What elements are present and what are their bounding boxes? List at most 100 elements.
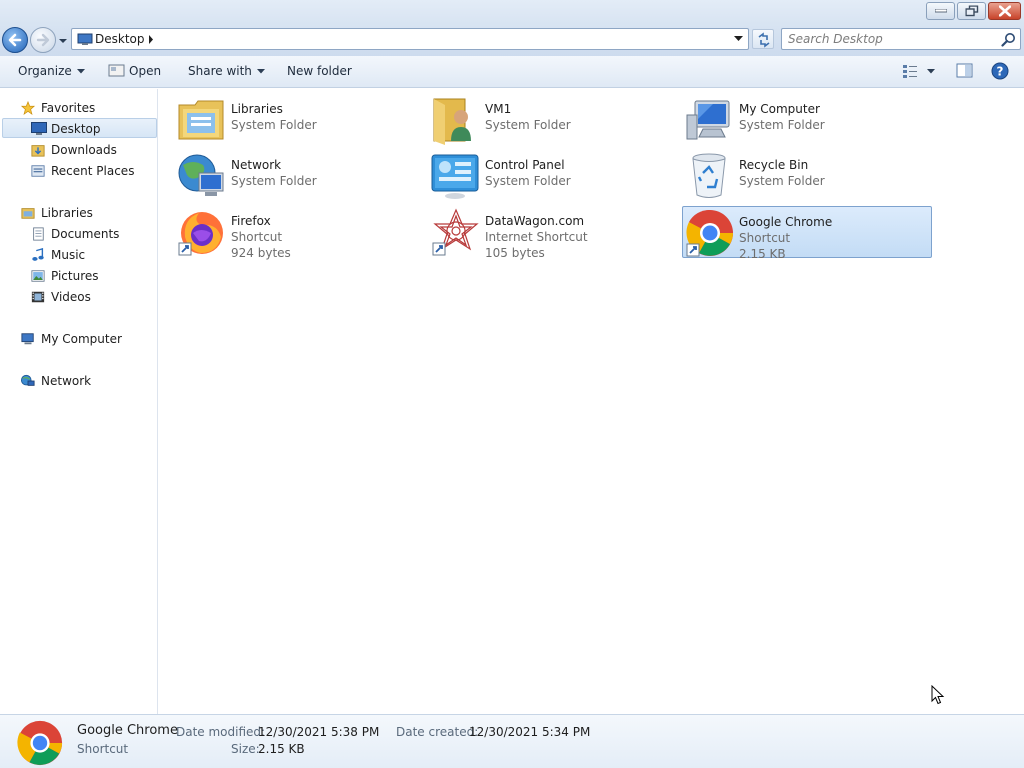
item-name: Recycle Bin <box>739 158 809 172</box>
chevron-right-icon[interactable] <box>148 35 154 44</box>
item-name: Control Panel <box>485 158 565 172</box>
mouse-cursor-icon <box>931 685 945 705</box>
nav-desktop-label: Desktop <box>51 122 101 136</box>
item-name: Libraries <box>231 102 283 116</box>
chrome-icon <box>17 720 63 766</box>
navigation-pane: Favorites Desktop Downloads Recent Place… <box>0 89 158 714</box>
item-name: DataWagon.com <box>485 214 585 228</box>
item-network[interactable]: Network System Folder <box>177 151 427 203</box>
share-with-menu[interactable]: Share with <box>188 64 265 78</box>
item-my-computer[interactable]: My Computer System Folder <box>685 95 935 147</box>
date-modified-label: Date modified: <box>176 725 266 739</box>
nav-music-label: Music <box>51 248 86 262</box>
downloads-folder-icon <box>31 145 45 157</box>
arrow-left-icon <box>8 33 22 47</box>
nav-downloads[interactable]: Downloads <box>0 140 156 160</box>
recent-places-icon <box>31 165 45 177</box>
forward-button[interactable] <box>30 27 56 53</box>
item-firefox[interactable]: Firefox Shortcut 924 bytes <box>177 207 427 260</box>
recent-pages-dropdown[interactable] <box>58 36 68 46</box>
item-name: Network <box>231 158 282 172</box>
chevron-down-icon <box>256 69 265 74</box>
libraries-icon <box>178 100 224 140</box>
item-control-panel[interactable]: Control Panel System Folder <box>431 151 681 203</box>
search-input[interactable] <box>788 31 998 47</box>
command-bar: Organize Open Share with New folder ? <box>0 56 1024 88</box>
nav-documents[interactable]: Documents <box>0 224 156 244</box>
organize-menu[interactable]: Organize <box>18 64 85 78</box>
chrome-icon <box>686 209 733 257</box>
nav-my-computer[interactable]: My Computer <box>0 329 156 349</box>
datawagon-icon <box>432 208 479 256</box>
minimize-button[interactable] <box>926 2 955 20</box>
item-size: 924 bytes <box>231 246 291 260</box>
item-type: System Folder <box>739 118 825 132</box>
user-folder-icon <box>433 98 471 145</box>
item-type: System Folder <box>231 118 317 132</box>
documents-icon <box>33 227 44 241</box>
new-folder-button[interactable]: New folder <box>287 64 352 78</box>
item-type: Shortcut <box>231 230 283 244</box>
pictures-icon <box>31 270 45 282</box>
view-options-icon[interactable] <box>902 63 918 79</box>
nav-pictures[interactable]: Pictures <box>0 266 156 286</box>
open-button[interactable]: Open <box>129 64 161 78</box>
item-size: 2.15 KB <box>739 247 786 261</box>
nav-videos[interactable]: Videos <box>0 287 156 307</box>
recycle-bin-icon <box>692 153 726 198</box>
item-type: System Folder <box>739 174 825 188</box>
network-icon <box>21 374 35 386</box>
item-type: Internet Shortcut <box>485 230 588 244</box>
item-type: System Folder <box>485 174 571 188</box>
star-icon <box>20 101 36 115</box>
chevron-down-icon[interactable] <box>734 36 743 42</box>
item-recycle-bin[interactable]: Recycle Bin System Folder <box>685 151 935 203</box>
item-vm1[interactable]: VM1 System Folder <box>431 95 681 147</box>
refresh-icon <box>758 32 770 48</box>
item-name: Firefox <box>231 214 271 228</box>
details-type: Shortcut <box>77 742 129 756</box>
nav-downloads-label: Downloads <box>51 143 117 157</box>
close-icon <box>998 5 1011 17</box>
nav-recent-places[interactable]: Recent Places <box>0 161 156 181</box>
share-with-label: Share with <box>188 64 252 78</box>
view-dropdown-icon[interactable] <box>927 69 935 74</box>
refresh-button[interactable] <box>752 29 774 49</box>
restore-button[interactable] <box>957 2 986 20</box>
preview-pane-icon[interactable] <box>956 63 974 79</box>
nav-recent-places-label: Recent Places <box>51 164 135 178</box>
firefox-icon <box>178 212 223 256</box>
details-pane: Google Chrome Shortcut Date modified: 12… <box>0 714 1024 768</box>
nav-favorites[interactable]: Favorites <box>0 98 156 118</box>
videos-icon <box>31 291 45 303</box>
item-libraries[interactable]: Libraries System Folder <box>177 95 427 147</box>
item-name: VM1 <box>485 102 512 116</box>
nav-documents-label: Documents <box>51 227 120 241</box>
nav-libraries[interactable]: Libraries <box>0 203 156 223</box>
address-bar[interactable]: Desktop <box>71 28 749 50</box>
item-google-chrome[interactable]: Google Chrome Shortcut 2.15 KB <box>682 206 932 261</box>
nav-network[interactable]: Network <box>0 371 156 391</box>
search-box[interactable] <box>781 28 1021 50</box>
nav-my-computer-label: My Computer <box>41 332 122 346</box>
nav-desktop[interactable]: Desktop <box>2 118 157 138</box>
search-icon[interactable] <box>1001 32 1016 47</box>
nav-music[interactable]: Music <box>0 245 156 265</box>
chevron-down-icon <box>76 69 85 74</box>
network-icon <box>178 154 224 196</box>
address-row: Desktop <box>0 24 1024 56</box>
close-button[interactable] <box>988 2 1021 20</box>
date-modified-value: 12/30/2021 5:38 PM <box>258 725 380 739</box>
arrow-right-icon <box>36 33 50 47</box>
details-name: Google Chrome <box>77 723 178 738</box>
breadcrumb-desktop[interactable]: Desktop <box>95 32 145 46</box>
computer-icon <box>686 100 730 140</box>
nav-favorites-label: Favorites <box>41 101 96 115</box>
back-button[interactable] <box>2 27 28 53</box>
item-name: My Computer <box>739 102 820 116</box>
help-icon[interactable]: ? <box>991 62 1009 80</box>
nav-libraries-label: Libraries <box>41 206 93 220</box>
size-value: 2.15 KB <box>258 742 305 756</box>
item-datawagon[interactable]: DataWagon.com Internet Shortcut 105 byte… <box>431 207 681 260</box>
restore-icon <box>965 5 978 17</box>
